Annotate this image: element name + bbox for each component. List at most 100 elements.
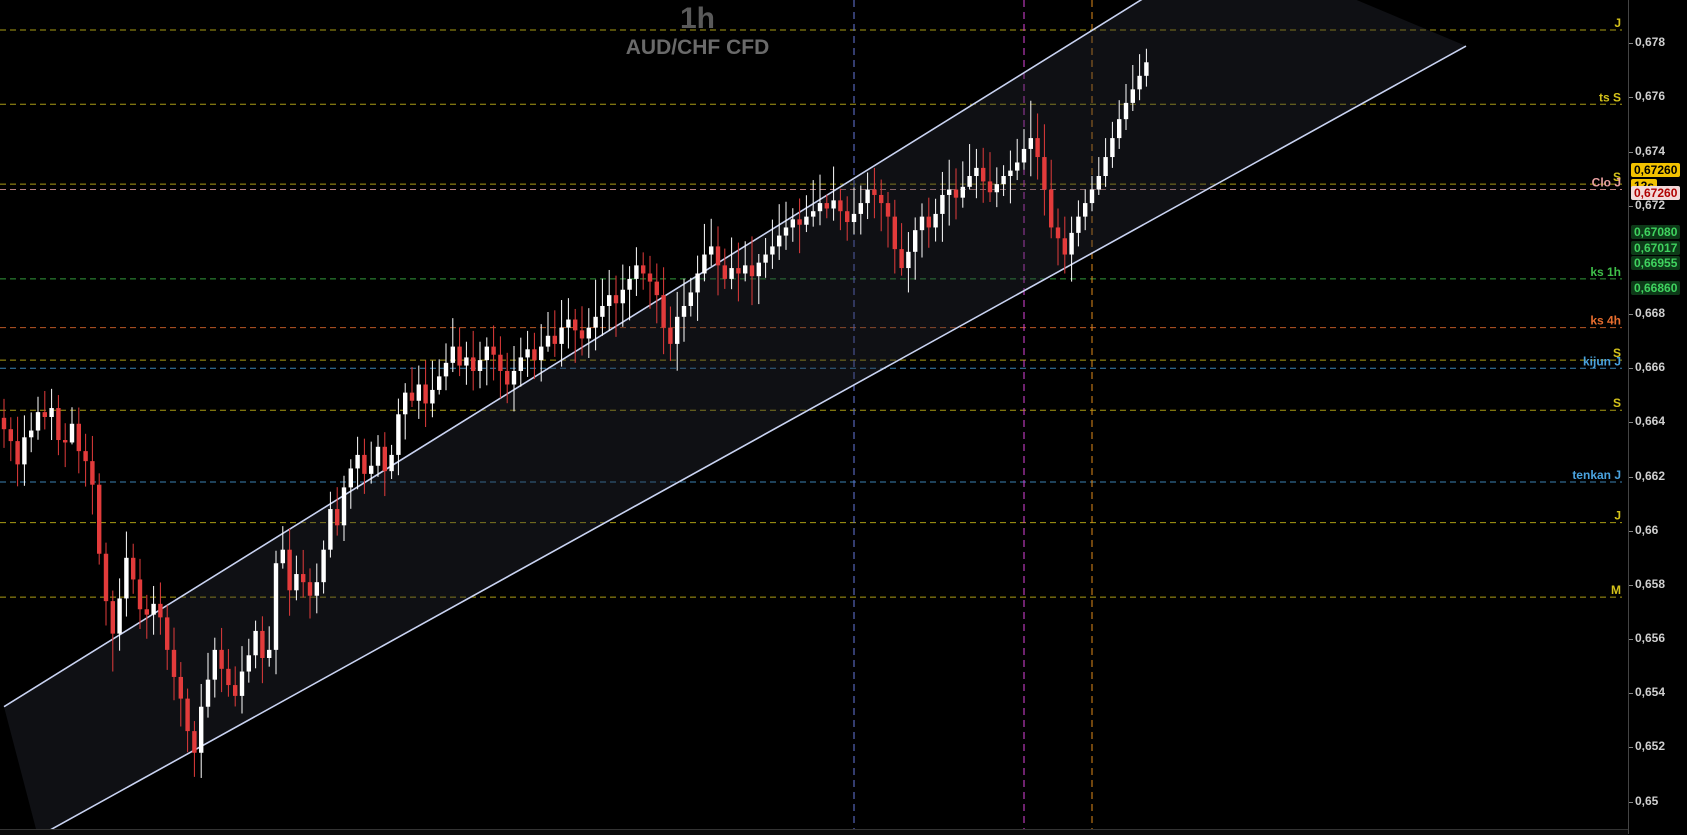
symbol-label: AUD/CHF CFD [625, 36, 770, 59]
price-tick: 0,66 [1635, 522, 1659, 537]
price-badge: 0,66955 [1631, 256, 1681, 270]
price-tick: 0,666 [1635, 360, 1666, 375]
candle-body [783, 227, 789, 236]
candle-body [137, 579, 143, 610]
candle-body [688, 292, 693, 306]
candle-body [613, 295, 619, 304]
candle-body [403, 392, 408, 415]
candle-body [171, 649, 177, 677]
candle-body [110, 601, 115, 634]
candle-body [579, 330, 585, 339]
candle-body [511, 370, 517, 385]
candle-body [219, 649, 224, 669]
candle-body [620, 289, 625, 304]
price-badge: 0,67260 [1631, 163, 1681, 177]
candle-body [131, 557, 136, 580]
candle-body [1123, 102, 1129, 120]
candle-body [212, 649, 217, 680]
candle-body [1001, 176, 1006, 185]
candle-body [42, 412, 47, 417]
candle-body [335, 509, 340, 526]
candle-body [817, 203, 823, 212]
candle-body [872, 189, 877, 195]
candle-body [763, 254, 768, 263]
candle-body [715, 246, 721, 266]
level-label: ks 4h [1590, 314, 1621, 328]
price-chart[interactable]: Jts SSClo Jks 1hks 4hSkijun JStenkan JJM [0, 0, 1628, 834]
candle-body [430, 389, 435, 404]
candle-body [804, 216, 809, 225]
candle-body [607, 295, 612, 306]
candle-body [668, 327, 673, 344]
candle-body [634, 265, 639, 279]
candle-body [1076, 216, 1081, 233]
candle-body [1055, 227, 1061, 239]
candle-body [246, 655, 251, 672]
candle-body [749, 265, 755, 277]
candle-body [117, 598, 122, 634]
candle-body [491, 346, 496, 355]
candle-body [777, 235, 782, 247]
price-tick: 0,662 [1635, 468, 1666, 483]
bottom-scrollbar[interactable] [0, 829, 1628, 835]
candle-body [627, 278, 632, 290]
level-label: J [1614, 16, 1621, 30]
candle-body [443, 362, 449, 377]
candle-body [824, 203, 829, 209]
level-label: S [1613, 396, 1621, 410]
price-tick: 0,652 [1635, 739, 1666, 754]
candle-body [593, 316, 598, 328]
candle-body [287, 549, 292, 591]
candle-body [797, 219, 802, 225]
candle-body [906, 251, 911, 269]
candle-body [49, 408, 54, 417]
candle-body [722, 265, 727, 279]
candle-body [484, 346, 489, 361]
price-tick-mark [1629, 368, 1633, 370]
candle-body [518, 357, 523, 371]
candle-body [369, 465, 374, 474]
price-badge: 0,66860 [1631, 281, 1681, 295]
level-label: tenkan J [1572, 468, 1621, 482]
price-tick: 0,676 [1635, 89, 1666, 104]
candle-body [885, 203, 891, 217]
candle-body [63, 440, 68, 443]
candle-body [654, 281, 659, 296]
price-axis[interactable]: 0,678 0,676 0,674 0,672 0,668 0,666 0,664 0,662… [1628, 0, 1687, 834]
price-tick: 0,65 [1635, 793, 1659, 808]
candle-body [879, 194, 884, 204]
candle-body [641, 265, 646, 274]
candle-body [845, 211, 850, 223]
candle-body [790, 219, 795, 228]
price-tick-mark [1629, 530, 1633, 532]
candle-body [695, 273, 700, 293]
candle-body [83, 451, 88, 462]
price-tick-mark [1629, 43, 1633, 45]
candle-body [1089, 189, 1095, 204]
candle-body [552, 335, 557, 344]
candle-body [953, 189, 959, 198]
candle-body [681, 305, 687, 317]
candle-body [477, 360, 483, 371]
candle-body [498, 354, 503, 371]
candle-body [967, 176, 972, 187]
candle-body [851, 213, 857, 223]
candle-body [260, 630, 265, 658]
price-tick: 0,658 [1635, 576, 1666, 591]
candle-body [355, 454, 360, 469]
candle-body [328, 509, 333, 550]
candle-body [756, 262, 761, 277]
candle-body [505, 370, 510, 385]
candle-body [865, 189, 870, 204]
candle-body [573, 319, 578, 331]
candle-body [29, 430, 34, 438]
level-label: Clo J [1592, 176, 1621, 190]
candle-body [362, 454, 367, 474]
level-label: ts S [1599, 90, 1621, 104]
level-label: ks 1h [1590, 265, 1621, 279]
level-label: kijun J [1583, 354, 1621, 368]
candle-body [375, 446, 381, 466]
candle-body [1049, 189, 1054, 228]
candle-body [525, 349, 530, 358]
candle-body [56, 408, 61, 441]
